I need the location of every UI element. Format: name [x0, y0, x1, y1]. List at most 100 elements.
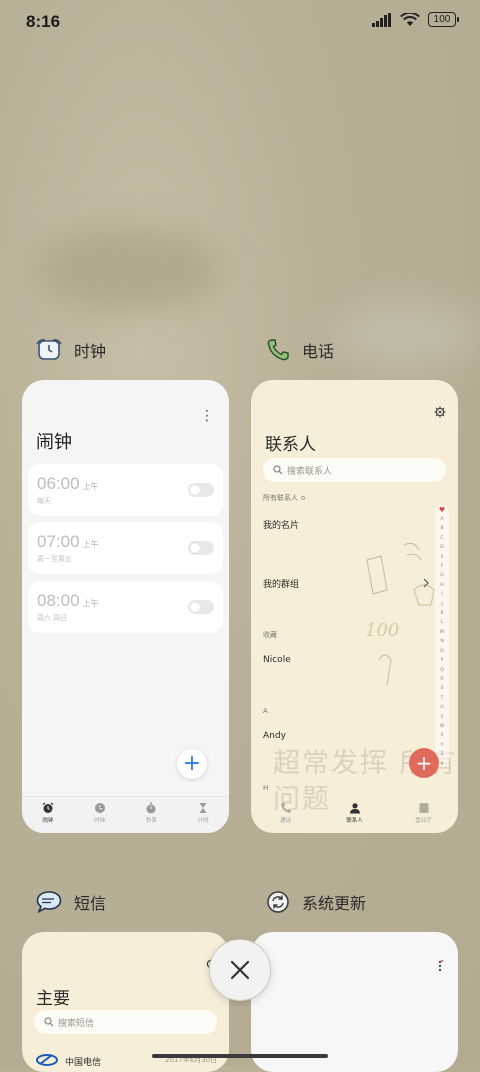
tab-timer[interactable]: 计时	[177, 797, 229, 833]
index-letter[interactable]: L	[435, 618, 449, 627]
index-letter[interactable]: B	[435, 524, 449, 533]
signal-icon	[372, 12, 391, 27]
index-letter[interactable]: H	[435, 581, 449, 590]
alarm-repeat: 每天	[37, 497, 51, 505]
index-letter[interactable]: E	[435, 553, 449, 562]
section-a-header: A	[263, 707, 268, 715]
tab-alarm[interactable]: 闹钟	[22, 797, 74, 833]
alarm-ampm: 上午	[82, 540, 99, 549]
tab-contacts-label: 联系人	[346, 818, 363, 824]
tab-alarm-label: 闹钟	[42, 818, 54, 824]
alarm-item[interactable]: 08:00 上午 周六 周日	[28, 581, 223, 633]
battery-icon: 100	[428, 12, 459, 27]
sms-title: 主要	[36, 989, 70, 1009]
tab-service-hall-label: 营业厅	[415, 818, 432, 824]
index-letter[interactable]: Q	[435, 666, 449, 675]
alarm-toggle[interactable]	[188, 600, 214, 614]
tab-contacts[interactable]: 联系人	[320, 797, 389, 833]
section-h-header: H	[263, 784, 269, 792]
tab-clock[interactable]: 时钟	[74, 797, 126, 833]
add-alarm-button[interactable]: +	[177, 749, 207, 779]
clock-app-name: 时钟	[74, 342, 107, 361]
update-app-header[interactable]: 系统更新	[266, 890, 366, 914]
sms-search-input[interactable]: 搜索短信	[34, 1010, 217, 1034]
update-app-name: 系统更新	[302, 894, 367, 913]
alarm-repeat: 周六 周日	[37, 614, 68, 622]
contacts-search-input[interactable]: 搜索联系人	[263, 458, 446, 482]
alarm-time: 06:00	[37, 474, 80, 493]
contacts-search-placeholder: 搜索联系人	[287, 467, 333, 477]
clock-app-card[interactable]: ⋮ 闹钟 06:00 上午 每天 07:00 上午 周一至周五 08:00 上午 周六…	[22, 380, 229, 833]
hourglass-icon	[199, 803, 207, 813]
index-letter[interactable]: P	[435, 656, 449, 665]
contacts-title: 联系人	[265, 435, 316, 455]
alarm-clock-icon	[36, 339, 62, 360]
phone-app-header[interactable]: 电话	[266, 338, 334, 362]
index-letter[interactable]: C	[435, 534, 449, 543]
home-indicator[interactable]	[152, 1054, 328, 1058]
contact-item-andy[interactable]: Andy	[263, 731, 286, 741]
favorite-heart-icon: ♥	[438, 506, 446, 514]
index-letter[interactable]: Y	[435, 741, 449, 750]
sms-search-placeholder: 搜索短信	[58, 1019, 95, 1029]
alphabet-index[interactable]: ♥ A B C D E F G H I J K L M N O P Q R S …	[435, 505, 449, 767]
sms-sender[interactable]: 中国电信	[65, 1055, 101, 1068]
sms-app-card[interactable]: 主要 搜索短信 中国电信 2017年6月30日	[22, 932, 229, 1072]
clear-all-button[interactable]	[209, 939, 271, 1001]
index-letter[interactable]: J	[435, 600, 449, 609]
index-letter[interactable]: U	[435, 703, 449, 712]
person-icon	[349, 803, 360, 814]
index-letter[interactable]: I	[435, 590, 449, 599]
clock-app-header[interactable]: 时钟	[36, 338, 106, 362]
my-card-item[interactable]: 我的名片	[263, 518, 299, 531]
alarm-item[interactable]: 07:00 上午 周一至周五	[28, 522, 223, 574]
tab-stopwatch[interactable]: 秒表	[126, 797, 178, 833]
alarm-item[interactable]: 06:00 上午 每天	[28, 464, 223, 516]
index-letter[interactable]: D	[435, 543, 449, 552]
index-letter[interactable]: V	[435, 713, 449, 722]
add-contact-button[interactable]: +	[409, 748, 439, 778]
index-letter[interactable]: R	[435, 675, 449, 684]
index-letter[interactable]: G	[435, 571, 449, 580]
index-letter[interactable]: T	[435, 694, 449, 703]
store-icon	[418, 803, 429, 813]
clock-tab-bar: 闹钟 时钟 秒表 计时	[22, 796, 229, 833]
index-letter[interactable]: M	[435, 628, 449, 637]
index-letter[interactable]: W	[435, 722, 449, 731]
phone-tab-bar: 通话 联系人 营业厅	[251, 797, 458, 833]
index-letter[interactable]: A	[435, 515, 449, 524]
more-menu-icon[interactable]: ⋮	[200, 408, 214, 424]
tab-calls[interactable]: 通话	[251, 797, 320, 833]
clock-tab-icon	[94, 803, 105, 813]
contact-item-nicole[interactable]: Nicole	[263, 655, 291, 665]
index-letter[interactable]: F	[435, 562, 449, 571]
my-group-item[interactable]: 我的群组	[263, 577, 299, 590]
phone-app-name: 电话	[302, 342, 335, 361]
tab-service-hall[interactable]: 营业厅	[389, 797, 458, 833]
refresh-icon	[267, 891, 289, 913]
index-letter[interactable]: S	[435, 684, 449, 693]
more-menu-icon[interactable]	[437, 960, 443, 972]
index-letter[interactable]: K	[435, 609, 449, 618]
index-letter[interactable]: N	[435, 637, 449, 646]
alarm-ampm: 上午	[82, 482, 99, 491]
alarm-toggle[interactable]	[188, 483, 214, 497]
alarm-toggle[interactable]	[188, 541, 214, 555]
china-telecom-logo-icon	[36, 1054, 58, 1066]
wifi-icon	[400, 12, 420, 26]
call-tab-icon	[280, 803, 291, 813]
sms-app-header[interactable]: 短信	[36, 890, 106, 914]
sms-app-name: 短信	[74, 894, 107, 913]
stopwatch-icon	[146, 802, 156, 814]
contacts-filter[interactable]: 所有联系人 ≎	[263, 493, 306, 503]
settings-gear-icon[interactable]	[434, 406, 446, 418]
update-app-card[interactable]	[251, 932, 458, 1072]
tab-clock-label: 时钟	[94, 818, 106, 824]
index-letter[interactable]: X	[435, 731, 449, 740]
index-letter[interactable]: O	[435, 647, 449, 656]
search-icon	[273, 465, 283, 475]
alarm-time: 08:00	[37, 591, 80, 610]
alarm-ampm: 上午	[82, 599, 99, 608]
tab-calls-label: 通话	[279, 818, 291, 824]
phone-app-card[interactable]: 联系人 搜索联系人 所有联系人 ≎ 我的名片 我的群组 收藏 Nicole A …	[251, 380, 458, 833]
